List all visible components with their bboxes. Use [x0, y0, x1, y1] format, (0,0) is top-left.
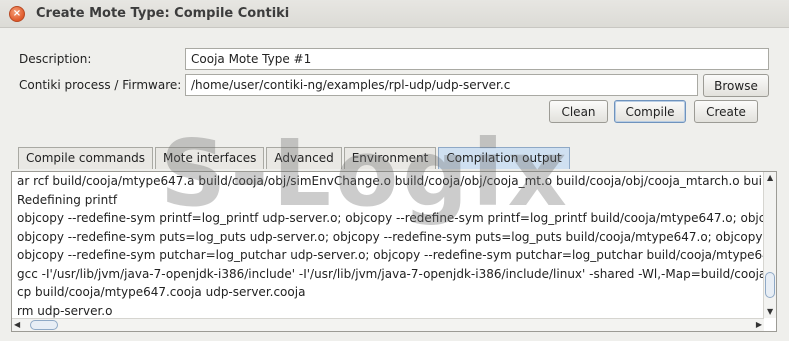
scroll-right-arrow-icon[interactable]: ▶: [756, 321, 762, 329]
title-bar: × Create Mote Type: Compile Contiki: [0, 0, 789, 28]
compilation-output-panel: ar rcf build/cooja/mtype647.a build/cooj…: [11, 171, 777, 332]
tab-environment[interactable]: Environment: [343, 147, 437, 169]
output-line: objcopy --redefine-sym puts=log_puts udp…: [17, 229, 763, 244]
output-line: rm udp-server.o: [17, 303, 113, 318]
tab-mote-interfaces[interactable]: Mote interfaces: [155, 147, 265, 169]
output-line: objcopy --redefine-sym printf=log_printf…: [17, 211, 764, 225]
window-title: Create Mote Type: Compile Contiki: [36, 6, 290, 21]
tab-compilation-output[interactable]: Compilation output: [438, 147, 570, 169]
horizontal-scrollbar[interactable]: ◀ ▶: [12, 318, 764, 331]
output-line: cp build/cooja/mtype647.cooja udp-server…: [17, 285, 306, 299]
description-label: Description:: [19, 52, 92, 66]
compile-button[interactable]: Compile: [614, 100, 686, 123]
horizontal-scroll-thumb[interactable]: [30, 320, 58, 330]
scroll-up-arrow-icon[interactable]: ▲: [767, 174, 773, 182]
create-button[interactable]: Create: [694, 100, 758, 123]
tab-advanced[interactable]: Advanced: [266, 147, 342, 169]
scroll-left-arrow-icon[interactable]: ◀: [14, 321, 20, 329]
firmware-label: Contiki process / Firmware:: [19, 78, 182, 92]
scroll-down-arrow-icon[interactable]: ▼: [767, 308, 773, 316]
vertical-scroll-thumb[interactable]: [765, 272, 775, 298]
output-line: gcc -I'/usr/lib/jvm/java-7-openjdk-i386/…: [17, 266, 764, 281]
firmware-path-field[interactable]: /home/user/contiki-ng/examples/rpl-udp/u…: [185, 74, 698, 96]
description-field[interactable]: Cooja Mote Type #1: [185, 48, 769, 70]
output-text[interactable]: ar rcf build/cooja/mtype647.a build/cooj…: [12, 172, 764, 318]
output-line: objcopy --redefine-sym putchar=log_putch…: [17, 248, 764, 262]
output-line: ar rcf build/cooja/mtype647.a build/cooj…: [17, 174, 764, 188]
clean-button[interactable]: Clean: [549, 100, 608, 123]
vertical-scrollbar[interactable]: ▲ ▼: [763, 172, 776, 318]
tab-bar: Compile commands Mote interfaces Advance…: [18, 147, 572, 169]
output-line: Redefining printf: [17, 192, 118, 207]
tab-compile-commands[interactable]: Compile commands: [18, 147, 154, 169]
close-icon[interactable]: ×: [9, 5, 25, 22]
browse-button[interactable]: Browse: [703, 74, 769, 97]
